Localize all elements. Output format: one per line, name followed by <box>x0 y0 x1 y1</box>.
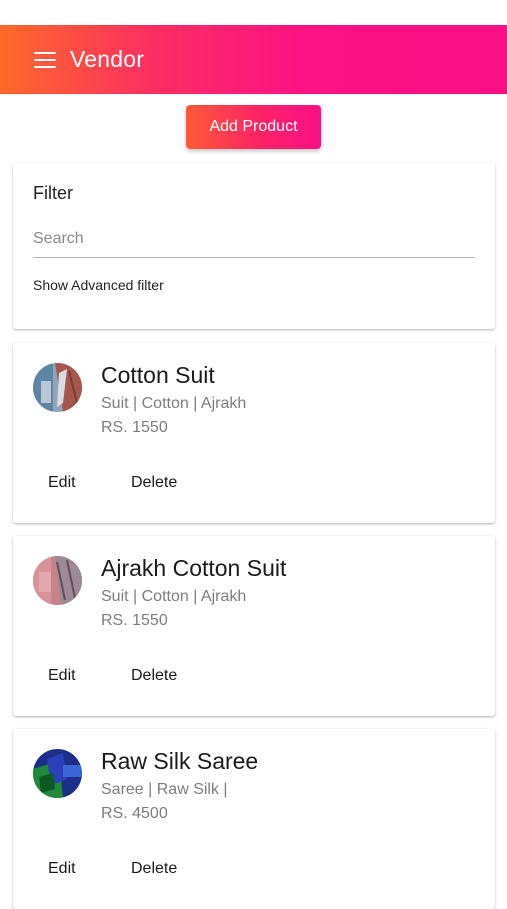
product-name: Ajrakh Cotton Suit <box>101 555 287 581</box>
add-product-button[interactable]: Add Product <box>186 105 321 149</box>
edit-button[interactable]: Edit <box>48 474 76 492</box>
status-bar-area <box>0 0 507 25</box>
product-categories: Suit | Cotton | Ajrakh <box>101 588 247 605</box>
search-input[interactable] <box>33 230 475 258</box>
product-thumbnail <box>33 363 82 412</box>
product-price: RS. 4500 <box>101 805 168 822</box>
app-title: Vendor <box>70 46 145 72</box>
edit-button[interactable]: Edit <box>48 667 76 685</box>
product-price: RS. 1550 <box>101 612 168 629</box>
app-bar: Vendor <box>0 25 507 94</box>
product-card: Cotton Suit Suit | Cotton | Ajrakh RS. 1… <box>13 343 495 523</box>
add-product-container: Add Product <box>0 94 507 149</box>
filter-title: Filter <box>33 183 73 203</box>
product-categories: Suit | Cotton | Ajrakh <box>101 395 247 412</box>
hamburger-menu-icon[interactable] <box>34 51 56 68</box>
show-advanced-filter-link[interactable]: Show Advanced filter <box>33 277 164 293</box>
delete-button[interactable]: Delete <box>131 860 177 878</box>
product-card: Ajrakh Cotton Suit Suit | Cotton | Ajrak… <box>13 536 495 716</box>
product-price: RS. 1550 <box>101 419 168 436</box>
product-name: Cotton Suit <box>101 362 215 388</box>
product-thumbnail <box>33 556 82 605</box>
product-thumbnail <box>33 749 82 798</box>
product-categories: Saree | Raw Silk | <box>101 781 228 798</box>
delete-button[interactable]: Delete <box>131 474 177 492</box>
edit-button[interactable]: Edit <box>48 860 76 878</box>
product-card: Raw Silk Saree Saree | Raw Silk | RS. 45… <box>13 729 495 909</box>
filter-card: Filter Show Advanced filter <box>13 163 495 329</box>
product-name: Raw Silk Saree <box>101 748 259 774</box>
delete-button[interactable]: Delete <box>131 667 177 685</box>
